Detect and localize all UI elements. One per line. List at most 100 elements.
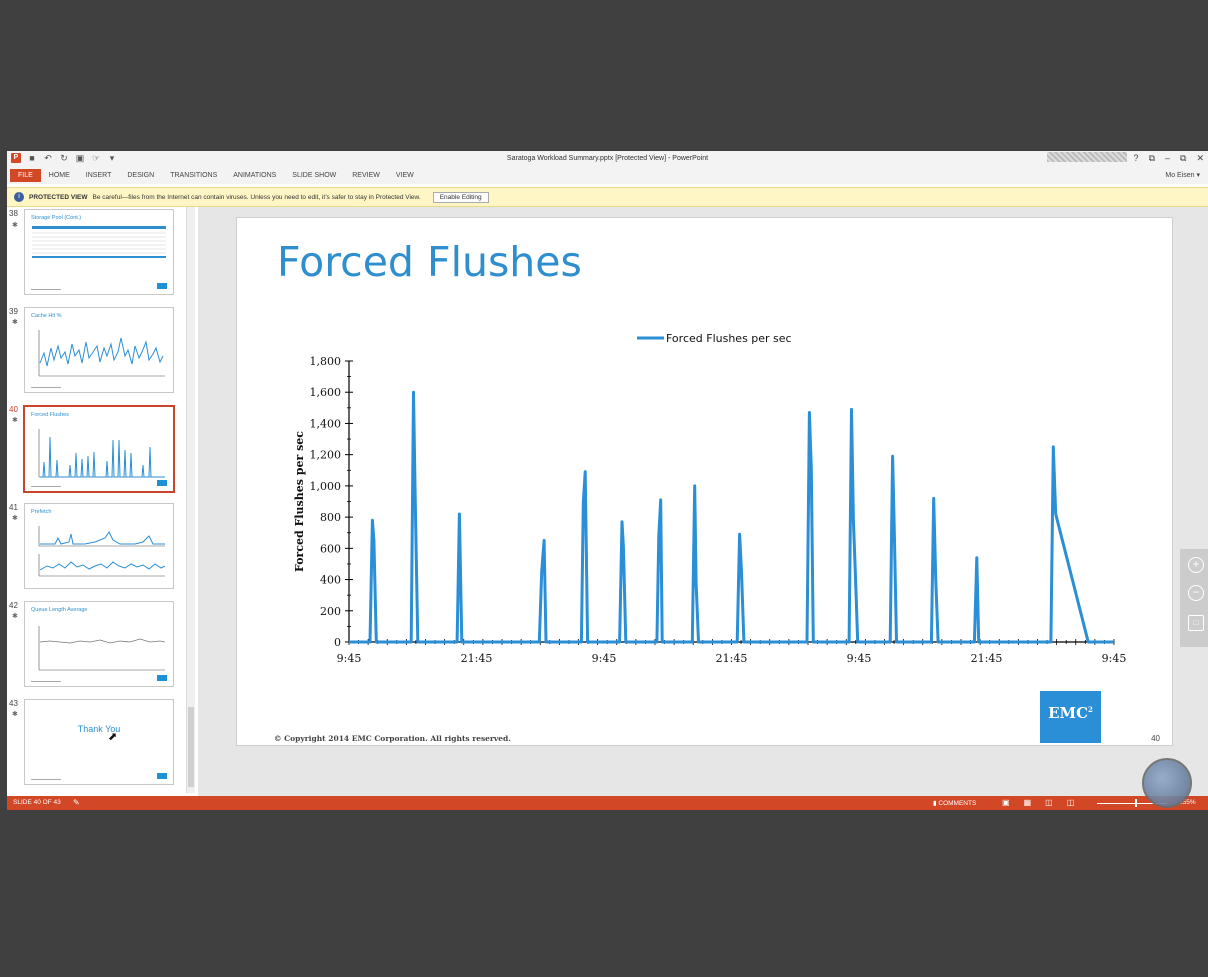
current-slide[interactable]: Forced Flushes 0 200 400 600 800 1,000 1,200 1,… — [236, 217, 1173, 746]
forced-flushes-chart: 0 200 400 600 800 1,000 1,200 1,400 1,600 1,800 9:… — [293, 332, 1127, 665]
y-tick-label: 1,600 — [310, 386, 342, 399]
window-controls: ? ⧉ – ⧉ ✕ — [1134, 153, 1204, 164]
spell-check-icon[interactable]: ✎ — [73, 798, 80, 807]
close-button[interactable]: ✕ — [1196, 153, 1204, 164]
enable-editing-button[interactable]: Enable Editing — [432, 191, 489, 203]
slide-number: 40 — [1151, 734, 1160, 743]
thumbnail-number: 41 — [9, 503, 18, 512]
star-icon: ✱ — [12, 515, 18, 522]
title-bar: P ■ ↶ ↻ ▣ ☞ ▾ Saratoga Workload Summary.… — [7, 151, 1208, 167]
thumbnail-number: 39 — [9, 307, 18, 316]
x-tick-label: 9:45 — [592, 652, 617, 665]
thumbnail-thank-you-text: Thank You — [77, 724, 121, 734]
scrollbar-thumb[interactable] — [188, 707, 194, 787]
star-icon: ✱ — [12, 319, 18, 326]
user-account[interactable]: Mo Eisen ▾ — [1165, 171, 1200, 179]
y-tick-label: 1,000 — [310, 480, 342, 493]
protected-view-message: Be careful—files from the Internet can c… — [92, 193, 421, 201]
zoom-in-icon[interactable]: + — [1188, 557, 1204, 573]
tab-review[interactable]: REVIEW — [344, 169, 388, 182]
reading-view-icon[interactable]: ◫ — [1045, 798, 1053, 807]
x-tick-label: 9:45 — [1102, 652, 1127, 665]
slide-thumbnail-43[interactable]: Thank You — [24, 699, 174, 785]
document-title: Saratoga Workload Summary.pptx [Protecte… — [506, 155, 709, 162]
emc-logo-text: EMC — [1048, 704, 1089, 722]
tab-view[interactable]: VIEW — [388, 169, 422, 182]
slide-sorter-view-icon[interactable]: ▦ — [1024, 798, 1032, 807]
legend-label: Forced Flushes per sec — [666, 332, 792, 345]
emc-logo: EMC2 — [1040, 691, 1101, 743]
zoom-out-icon[interactable]: − — [1188, 585, 1204, 601]
star-icon: ✱ — [12, 222, 18, 229]
thumbnail-copyright-line — [31, 486, 61, 487]
y-tick-label: 600 — [320, 542, 341, 555]
emc-logo-superscript: 2 — [1088, 705, 1093, 714]
ribbon-tabs: FILE HOME INSERT DESIGN TRANSITIONS ANIM… — [7, 167, 1208, 184]
slide-thumbnail-41[interactable]: Prefetch — [24, 503, 174, 589]
slide-show-view-icon[interactable]: ◫ — [1067, 798, 1075, 807]
tab-design[interactable]: DESIGN — [119, 169, 162, 182]
thumbnail-copyright-line — [31, 289, 61, 290]
x-tick-label: 9:45 — [337, 652, 362, 665]
slide-thumbnail-39[interactable]: Cache Hit % — [24, 307, 174, 393]
x-tick-label: 21:45 — [971, 652, 1003, 665]
zoom-tools-panel: + − □ — [1180, 549, 1208, 647]
thumbnail-chart-graphic — [38, 526, 166, 577]
thumbnail-number: 40 — [9, 405, 18, 414]
star-icon: ✱ — [12, 711, 18, 718]
minimize-button[interactable]: – — [1165, 153, 1170, 164]
thumbnail-number: 38 — [9, 209, 18, 218]
presenter-avatar — [1142, 758, 1192, 808]
y-tick-label: 200 — [320, 605, 341, 618]
slide-thumbnail-40[interactable]: Forced Flushes — [23, 405, 175, 493]
thumbnail-logo — [157, 675, 167, 681]
shield-icon: i — [14, 192, 24, 202]
comments-button[interactable]: ▮ COMMENTS — [933, 799, 976, 807]
y-tick-label: 1,800 — [310, 355, 342, 368]
thumbnail-copyright-line — [31, 779, 61, 780]
help-icon[interactable]: ? — [1134, 153, 1139, 164]
tab-slide-show[interactable]: SLIDE SHOW — [284, 169, 344, 182]
thumbnail-table-graphic — [32, 226, 166, 258]
slide-thumbnail-42[interactable]: Queue Length Average — [24, 601, 174, 687]
status-bar: SLIDE 40 OF 43 ✎ ▮ COMMENTS ▣ ▦ ◫ ◫ 155% — [7, 796, 1208, 810]
tab-home[interactable]: HOME — [41, 169, 78, 182]
series-line-forced-flushes — [349, 390, 1114, 644]
thumbnail-scrollbar[interactable] — [186, 207, 195, 793]
comments-label: COMMENTS — [938, 800, 977, 807]
x-tick-label: 21:45 — [716, 652, 748, 665]
tab-transitions[interactable]: TRANSITIONS — [162, 169, 225, 182]
thumbnail-copyright-line — [31, 387, 61, 388]
y-tick-label: 400 — [320, 574, 341, 587]
tab-animations[interactable]: ANIMATIONS — [225, 169, 284, 182]
tab-insert[interactable]: INSERT — [78, 169, 120, 182]
account-picture-placeholder — [1047, 152, 1127, 162]
thumbnail-number: 42 — [9, 601, 18, 610]
slide-counter: SLIDE 40 OF 43 — [13, 799, 61, 806]
x-tick-label: 9:45 — [847, 652, 872, 665]
y-axis-label: Forced Flushes per sec — [293, 431, 306, 572]
slide-thumbnail-pane: 38 ✱ Storage Pool (Cont.) 39 ✱ Cache Hit… — [7, 207, 197, 797]
thumbnail-copyright-line — [31, 681, 61, 682]
thumbnail-logo — [157, 283, 167, 289]
restore-button[interactable]: ⧉ — [1180, 153, 1186, 164]
slide-thumbnail-38[interactable]: Storage Pool (Cont.) — [24, 209, 174, 295]
powerpoint-window: P ■ ↶ ↻ ▣ ☞ ▾ Saratoga Workload Summary.… — [7, 151, 1208, 810]
protected-view-title: PROTECTED VIEW — [29, 193, 88, 201]
thumbnail-number: 43 — [9, 699, 18, 708]
normal-view-icon[interactable]: ▣ — [1002, 798, 1010, 807]
y-tick-label: 800 — [320, 511, 341, 524]
star-icon: ✱ — [12, 613, 18, 620]
fit-to-window-icon[interactable]: □ — [1188, 615, 1204, 631]
thumbnail-chart-graphic — [38, 330, 165, 377]
y-tick-label: 1,400 — [310, 417, 342, 430]
zoom-slider-knob[interactable] — [1135, 799, 1137, 807]
thumbnail-chart-graphic — [38, 429, 165, 478]
thumbnail-logo — [157, 773, 167, 779]
copyright-text: © Copyright 2014 EMC Corporation. All ri… — [274, 734, 511, 743]
view-buttons: ▣ ▦ ◫ ◫ — [1002, 798, 1074, 807]
tab-file[interactable]: FILE — [10, 169, 41, 182]
ribbon-display-options-icon[interactable]: ⧉ — [1149, 153, 1155, 164]
star-icon: ✱ — [12, 417, 18, 424]
thumbnail-chart-graphic — [38, 626, 166, 671]
